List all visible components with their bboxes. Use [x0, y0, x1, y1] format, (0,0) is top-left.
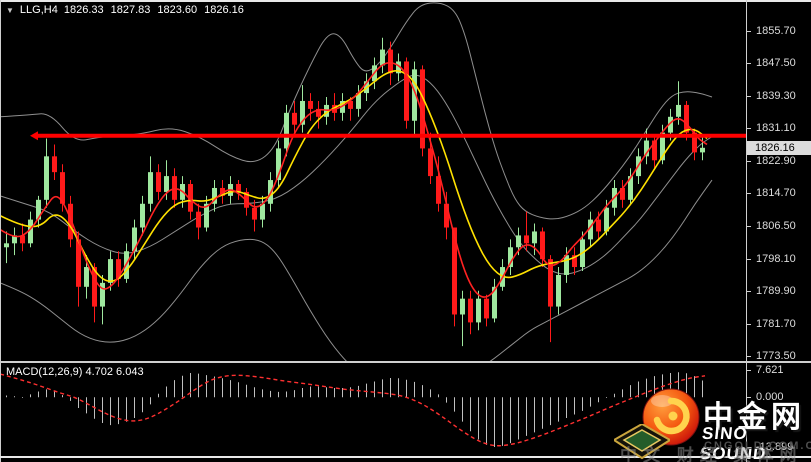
current-price-tag: 1826.16: [747, 140, 811, 155]
axis-tick: [746, 128, 751, 130]
candle: [148, 156, 153, 212]
candle: [316, 100, 321, 129]
candle: [556, 267, 561, 315]
candle: [300, 85, 305, 133]
candle: [380, 37, 385, 74]
ma-red-line: [0, 61, 708, 298]
axis-tick: [746, 258, 751, 260]
candle: [260, 195, 265, 228]
candle: [20, 223, 25, 252]
candle: [212, 180, 217, 212]
panel-separator[interactable]: [0, 361, 811, 363]
candle: [36, 195, 41, 228]
candle: [620, 180, 625, 208]
axis-tick: [746, 160, 751, 162]
macd-indicator-label: MACD(12,26,9) 4.702 6.043: [6, 366, 144, 378]
macd-axis-label: 7.621: [756, 364, 784, 376]
candle: [44, 138, 49, 208]
candle: [52, 144, 57, 181]
candle: [116, 251, 121, 287]
price-axis-label: 1806.50: [756, 219, 796, 232]
bollinger-upper-line: [0, 2, 713, 220]
candle: [548, 255, 553, 343]
price-axis-label: 1789.90: [756, 285, 796, 298]
close-value: 1826.16: [204, 4, 244, 16]
candles-layer: [4, 37, 705, 347]
price-axis-label: 1839.30: [756, 89, 796, 102]
axis-tick: [746, 323, 751, 325]
candle: [628, 168, 633, 204]
chart-title: ▼ LLG,H4 1826.33 1827.83 1823.60 1826.16: [6, 4, 244, 16]
candle: [460, 290, 465, 347]
candle: [412, 61, 417, 137]
watermark-tagline-text: 中文 财经 集体网: [620, 446, 803, 462]
axis-tick: [746, 63, 751, 65]
price-axis-label: 1798.10: [756, 252, 796, 265]
candle: [572, 247, 577, 275]
window-left-border: [0, 0, 1, 462]
axis-tick: [746, 225, 751, 227]
macd-signal-line: [0, 373, 706, 447]
price-axis-label: 1781.70: [756, 317, 796, 330]
candle: [308, 93, 313, 121]
candle: [484, 294, 489, 327]
candle: [196, 203, 201, 240]
axis-tick: [746, 31, 751, 32]
low-value: 1823.60: [157, 4, 198, 16]
candle: [12, 227, 17, 256]
macd-histogram: [6, 372, 703, 448]
candle: [508, 239, 513, 275]
candle: [4, 231, 9, 264]
price-axis-label: 1847.50: [756, 57, 796, 70]
candle: [492, 278, 497, 323]
symbol-dropdown-icon[interactable]: ▼: [6, 6, 14, 15]
watermark-logo: 中金网 SINO SOUND CNGOLD.COM.CN 中文 财经 集体网: [612, 384, 811, 462]
price-axis-label: 1814.70: [756, 187, 796, 200]
candle: [236, 180, 241, 200]
candle: [100, 274, 105, 325]
axis-tick: [746, 291, 751, 293]
price-axis-label: 1822.90: [756, 154, 796, 167]
candle: [468, 290, 473, 335]
candle: [156, 164, 161, 200]
candle: [404, 57, 409, 129]
axis-tick: [746, 370, 751, 371]
axis-tick: [746, 356, 751, 357]
price-axis-label: 1855.70: [756, 25, 796, 37]
main-chart-canvas[interactable]: [0, 0, 747, 362]
axis-tick: [746, 193, 751, 195]
symbol-label: LLG,H4: [19, 4, 58, 16]
price-axis-label: 1773.50: [756, 350, 796, 362]
chart-window: ▼ LLG,H4 1826.33 1827.83 1823.60 1826.16…: [0, 0, 811, 462]
candle: [172, 168, 177, 208]
price-axis-label: 1831.10: [756, 122, 796, 135]
resistance-hline[interactable]: [30, 131, 746, 141]
candle: [252, 199, 257, 232]
window-top-border: [0, 0, 811, 2]
open-value: 1826.33: [63, 4, 104, 16]
high-value: 1827.83: [110, 4, 151, 16]
axis-tick: [746, 95, 751, 97]
ma-yellow-line: [0, 70, 708, 283]
